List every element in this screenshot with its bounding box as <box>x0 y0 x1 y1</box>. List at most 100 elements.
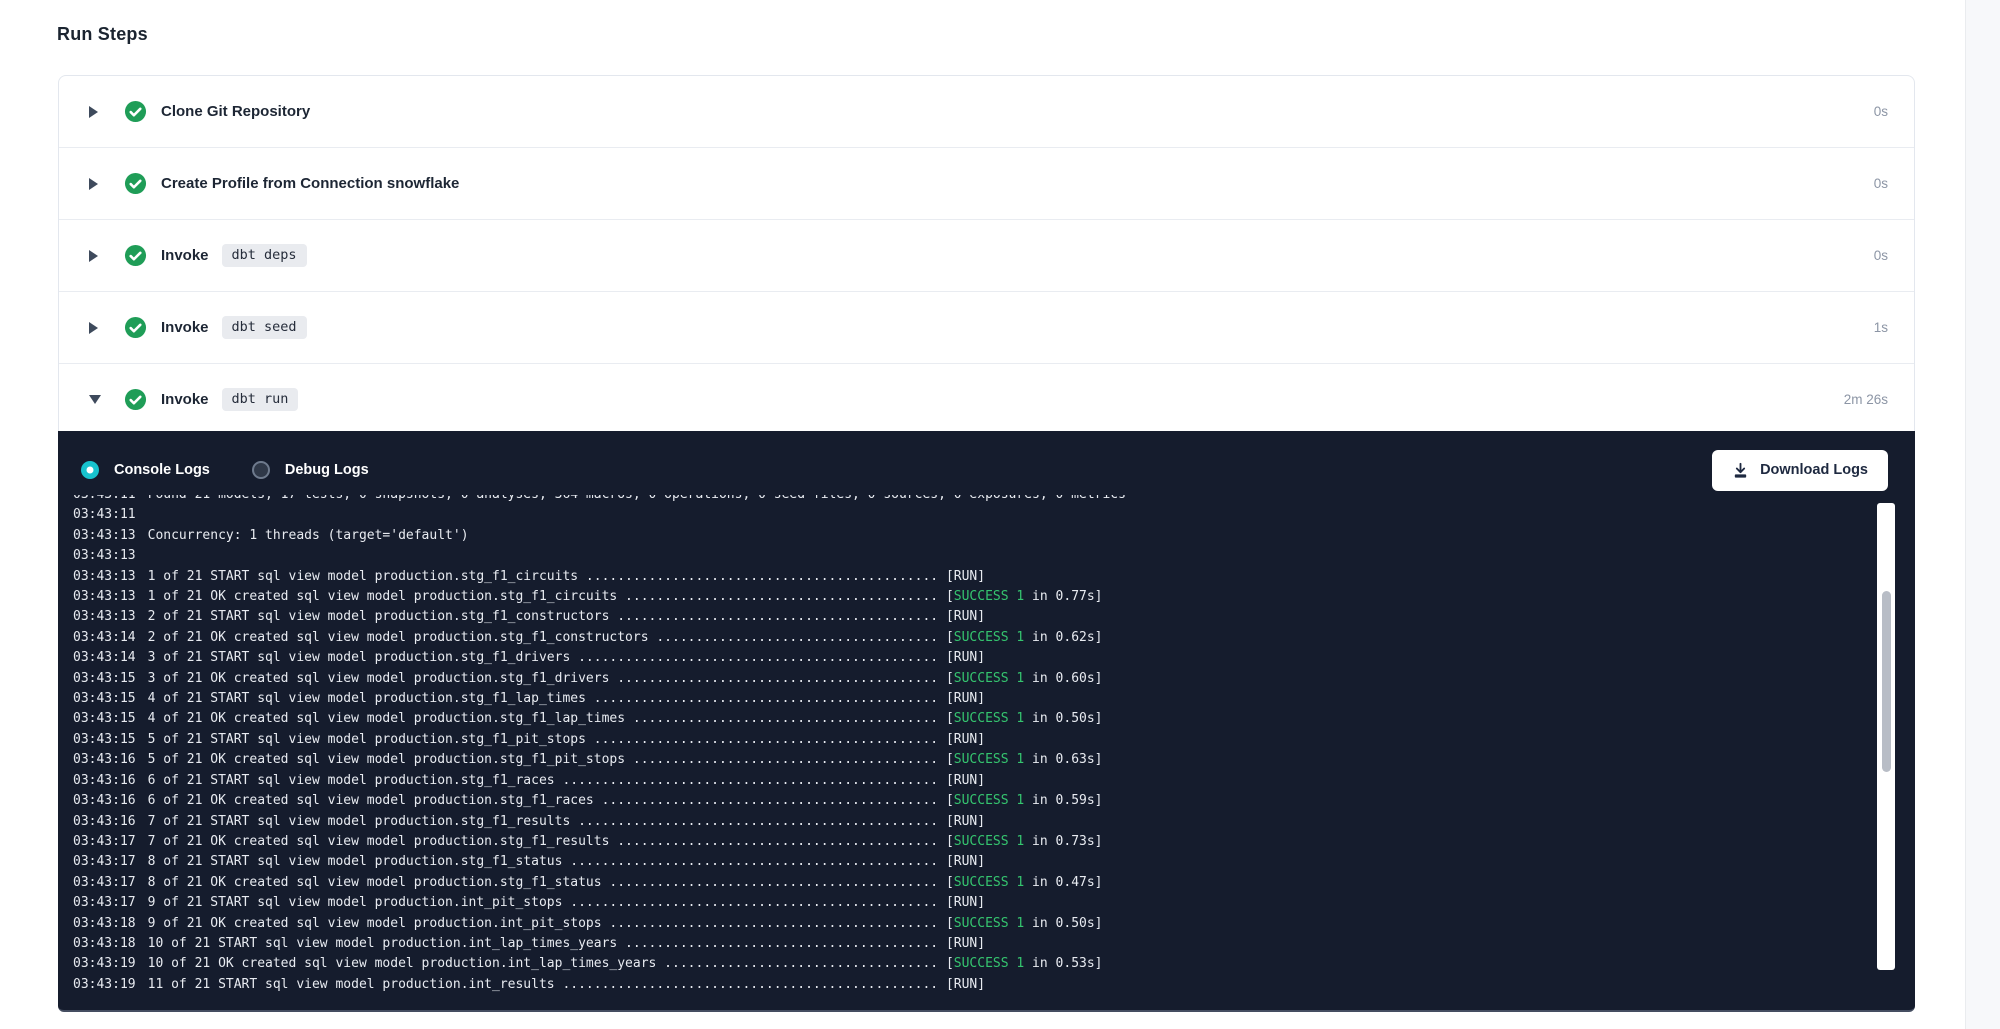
console-logs-radio[interactable]: Console Logs <box>81 461 210 479</box>
log-scrollbar-thumb[interactable] <box>1882 591 1891 772</box>
log-status-green: SUCCESS 1 <box>954 630 1024 645</box>
step-command-pill: dbt run <box>222 388 299 411</box>
log-status-rest: in 0.63s] <box>1024 752 1102 767</box>
download-logs-button[interactable]: Download Logs <box>1712 450 1888 491</box>
log-panel: Console Logs Debug Logs Download Logs 03… <box>58 431 1915 1012</box>
log-status-green: SUCCESS 1 <box>954 671 1024 686</box>
log-timestamp: 03:43:16 <box>73 814 136 829</box>
log-toolbar: Console Logs Debug Logs Download Logs <box>58 431 1915 501</box>
log-status-open: [ <box>946 711 954 726</box>
log-timestamp: 03:43:19 <box>73 956 136 971</box>
log-timestamp: 03:43:19 <box>73 977 136 992</box>
log-line: 03:43:166 of 21 OK created sql view mode… <box>73 791 1870 811</box>
log-message: 8 of 21 OK created sql view model produc… <box>148 875 946 890</box>
log-line: 03:43:11Found 21 models, 17 tests, 0 sna… <box>73 495 1870 505</box>
log-status-rest: in 0.77s] <box>1024 589 1102 604</box>
log-message: 3 of 21 OK created sql view model produc… <box>148 671 946 686</box>
log-message: 4 of 21 START sql view model production.… <box>148 691 946 706</box>
log-message: 8 of 21 START sql view model production.… <box>148 854 946 869</box>
console-log-output[interactable]: 03:43:11Found 21 models, 17 tests, 0 sna… <box>73 495 1870 994</box>
log-timestamp: 03:43:14 <box>73 630 136 645</box>
step-row[interactable]: Invoke dbt seed 1s <box>59 292 1914 364</box>
log-status-rest: RUN] <box>954 691 985 706</box>
log-status-open: [ <box>946 609 954 624</box>
debug-logs-radio[interactable]: Debug Logs <box>252 461 369 479</box>
log-line: 03:43:179 of 21 START sql view model pro… <box>73 893 1870 913</box>
log-status-open: [ <box>946 936 954 951</box>
download-icon <box>1732 462 1749 479</box>
log-status-open: [ <box>946 752 954 767</box>
log-line: 03:43:1911 of 21 START sql view model pr… <box>73 975 1870 994</box>
log-line: 03:43:131 of 21 OK created sql view mode… <box>73 587 1870 607</box>
radio-icon <box>252 461 270 479</box>
log-line: 03:43:1810 of 21 START sql view model pr… <box>73 934 1870 954</box>
log-status-rest: in 0.59s] <box>1024 793 1102 808</box>
log-line: 03:43:131 of 21 START sql view model pro… <box>73 567 1870 587</box>
log-status-rest: RUN] <box>954 854 985 869</box>
radio-icon <box>81 461 99 479</box>
log-status-rest: RUN] <box>954 977 985 992</box>
page-gutter <box>1965 0 2000 1029</box>
log-timestamp: 03:43:15 <box>73 691 136 706</box>
log-status-green: SUCCESS 1 <box>954 752 1024 767</box>
log-line: 03:43:153 of 21 OK created sql view mode… <box>73 669 1870 689</box>
log-timestamp: 03:43:16 <box>73 752 136 767</box>
log-status-rest: RUN] <box>954 895 985 910</box>
log-status-open: [ <box>946 814 954 829</box>
expand-caret-icon[interactable] <box>89 322 103 334</box>
log-line: 03:43:15 4 of 21 START sql view model pro… <box>73 689 1870 709</box>
log-timestamp: 03:43:11 <box>73 507 136 522</box>
step-row[interactable]: Invoke dbt deps 0s <box>59 220 1914 292</box>
step-title: Invoke <box>161 247 209 264</box>
expand-caret-icon[interactable] <box>89 395 103 404</box>
log-scrollbar[interactable] <box>1877 503 1895 970</box>
step-row[interactable]: Invoke dbt run 2m 26s <box>59 364 1914 435</box>
log-timestamp: 03:43:13 <box>73 548 136 563</box>
step-row[interactable]: Create Profile from Connection snowflake… <box>59 148 1914 220</box>
log-line: 03:43:177 of 21 OK created sql view mode… <box>73 832 1870 852</box>
log-status-open: [ <box>946 834 954 849</box>
log-message: 3 of 21 START sql view model production.… <box>148 650 946 665</box>
success-check-icon <box>124 172 147 195</box>
success-check-icon <box>124 316 147 339</box>
log-status-open: [ <box>946 630 954 645</box>
log-line: 03:43:132 of 21 START sql view model pro… <box>73 607 1870 627</box>
log-line: 03:43:13 <box>73 546 1870 566</box>
log-message: 10 of 21 OK created sql view model produ… <box>148 956 946 971</box>
log-line: 03:43:19 10 of 21 OK created sql view mod… <box>73 954 1870 974</box>
step-row[interactable]: Clone Git Repository 0s <box>59 76 1914 148</box>
log-status-open: [ <box>946 895 954 910</box>
log-timestamp: 03:43:17 <box>73 875 136 890</box>
run-steps-card: Clone Git Repository 0s Create Profile f… <box>58 75 1915 435</box>
log-message: 10 of 21 START sql view model production… <box>148 936 946 951</box>
log-timestamp: 03:43:16 <box>73 773 136 788</box>
log-message: 5 of 21 START sql view model production.… <box>148 732 946 747</box>
log-status-rest: RUN] <box>954 773 985 788</box>
log-status-open: [ <box>946 732 954 747</box>
expand-caret-icon[interactable] <box>89 106 103 118</box>
expand-caret-icon[interactable] <box>89 178 103 190</box>
log-message: 2 of 21 START sql view model production.… <box>148 609 946 624</box>
download-logs-label: Download Logs <box>1760 462 1868 478</box>
log-status-open: [ <box>946 650 954 665</box>
expand-caret-icon[interactable] <box>89 250 103 262</box>
log-line: 03:43:17 8 of 21 OK created sql view mode… <box>73 873 1870 893</box>
log-status-rest: in 0.50s] <box>1024 711 1102 726</box>
log-timestamp: 03:43:17 <box>73 895 136 910</box>
log-status-rest: RUN] <box>954 569 985 584</box>
log-status-green: SUCCESS 1 <box>954 956 1024 971</box>
log-status-green: SUCCESS 1 <box>954 589 1024 604</box>
log-status-green: SUCCESS 1 <box>954 834 1024 849</box>
success-check-icon <box>124 100 147 123</box>
log-line: 03:43:178 of 21 START sql view model pro… <box>73 852 1870 872</box>
step-title: Clone Git Repository <box>161 103 310 120</box>
log-line: 03:43:11 <box>73 505 1870 525</box>
log-timestamp: 03:43:14 <box>73 650 136 665</box>
log-message: 7 of 21 START sql view model production.… <box>148 814 946 829</box>
page-title: Run Steps <box>57 24 148 45</box>
success-check-icon <box>124 244 147 267</box>
log-status-rest: RUN] <box>954 936 985 951</box>
log-status-rest: in 0.73s] <box>1024 834 1102 849</box>
log-status-open: [ <box>946 569 954 584</box>
log-timestamp: 03:43:11 <box>73 495 136 502</box>
